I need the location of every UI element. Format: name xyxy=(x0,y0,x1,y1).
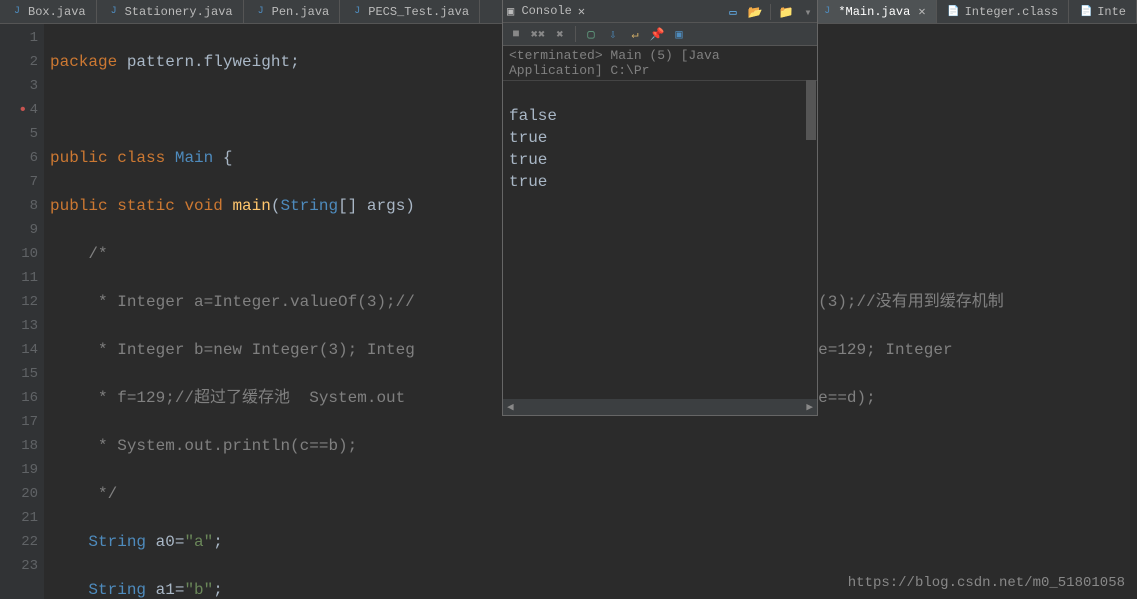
output-line: true xyxy=(509,173,547,191)
line-number: 3 xyxy=(2,74,38,98)
tab-label: Integer.class xyxy=(965,5,1059,19)
line-number: 9 xyxy=(2,218,38,242)
output-line: true xyxy=(509,129,547,147)
remove-all-icon[interactable]: ✖✖ xyxy=(529,25,547,43)
scrollbar-vertical[interactable] xyxy=(806,80,816,140)
line-number: 5 xyxy=(2,122,38,146)
pin-icon[interactable]: 📌 xyxy=(648,25,666,43)
scroll-right-icon[interactable]: ▶ xyxy=(806,400,813,414)
stop-icon[interactable]: ■ xyxy=(507,25,525,43)
open-icon[interactable]: 📂 xyxy=(746,3,764,21)
tab-inte[interactable]: 📄 Inte xyxy=(1069,0,1137,23)
tab-pecs[interactable]: J PECS_Test.java xyxy=(340,0,480,23)
tab-integer[interactable]: 📄 Integer.class xyxy=(937,0,1070,23)
terminal-icon[interactable]: ▣ xyxy=(670,25,688,43)
line-number: 10 xyxy=(2,242,38,266)
chevron-down-icon[interactable]: ▾ xyxy=(799,3,817,21)
tab-stationery[interactable]: J Stationery.java xyxy=(97,0,244,23)
close-icon[interactable]: ✕ xyxy=(578,4,585,19)
external-toolbar: ▭ 📂 📁 ▾ xyxy=(720,0,821,24)
line-number: 8 xyxy=(2,194,38,218)
class-file-icon: 📄 xyxy=(1079,5,1093,19)
clear-icon[interactable]: ▢ xyxy=(582,25,600,43)
java-file-icon: J xyxy=(10,5,24,19)
line-number: 4 xyxy=(2,98,38,122)
line-gutter: 1 2 3 4 5 6 7 8 9 10 11 12 13 14 15 16 1… xyxy=(0,24,44,599)
output-line: true xyxy=(509,151,547,169)
tab-label: Pen.java xyxy=(272,5,330,19)
console-toolbar: ■ ✖✖ ✖ ▢ ⇩ ↵ 📌 ▣ xyxy=(503,22,817,46)
output-line: false xyxy=(509,107,557,125)
scroll-left-icon[interactable]: ◀ xyxy=(507,400,514,414)
watermark: https://blog.csdn.net/m0_51801058 xyxy=(848,575,1125,591)
line-number: 13 xyxy=(2,314,38,338)
line-number: 12 xyxy=(2,290,38,314)
console-panel: ▣ Console ✕ ■ ✖✖ ✖ ▢ ⇩ ↵ 📌 ▣ <terminated… xyxy=(502,0,818,416)
tab-label: Inte xyxy=(1097,5,1126,19)
tab-label: Stationery.java xyxy=(125,5,233,19)
console-output[interactable]: false true true true xyxy=(503,81,817,399)
java-file-icon: J xyxy=(254,5,268,19)
tab-label: PECS_Test.java xyxy=(368,5,469,19)
close-icon[interactable]: ✕ xyxy=(918,4,925,19)
line-number: 16 xyxy=(2,386,38,410)
line-number: 6 xyxy=(2,146,38,170)
tab-box[interactable]: J Box.java xyxy=(0,0,97,23)
line-number: 14 xyxy=(2,338,38,362)
class-file-icon: 📄 xyxy=(947,5,961,19)
line-number: 2 xyxy=(2,50,38,74)
remove-icon[interactable]: ✖ xyxy=(551,25,569,43)
tab-label: Box.java xyxy=(28,5,86,19)
line-number: 11 xyxy=(2,266,38,290)
scroll-lock-icon[interactable]: ⇩ xyxy=(604,25,622,43)
console-status: <terminated> Main (5) [Java Application]… xyxy=(503,46,817,81)
line-number: 20 xyxy=(2,482,38,506)
java-file-icon: J xyxy=(350,5,364,19)
scrollbar-horizontal[interactable]: ◀ ▶ xyxy=(503,399,817,415)
tab-pen[interactable]: J Pen.java xyxy=(244,0,341,23)
line-number: 15 xyxy=(2,362,38,386)
line-number: 17 xyxy=(2,410,38,434)
folder-icon[interactable]: 📁 xyxy=(777,3,795,21)
line-number: 7 xyxy=(2,170,38,194)
line-number: 18 xyxy=(2,434,38,458)
display-icon[interactable]: ▭ xyxy=(724,3,742,21)
line-number: 19 xyxy=(2,458,38,482)
word-wrap-icon[interactable]: ↵ xyxy=(626,25,644,43)
line-number: 22 xyxy=(2,530,38,554)
line-number: 1 xyxy=(2,26,38,50)
console-title: Console xyxy=(521,4,571,18)
java-file-icon: J xyxy=(820,5,834,19)
console-icon: ▣ xyxy=(507,4,514,19)
line-number: 23 xyxy=(2,554,38,578)
java-file-icon: J xyxy=(107,5,121,19)
tab-main[interactable]: J *Main.java ✕ xyxy=(810,0,936,23)
line-number: 21 xyxy=(2,506,38,530)
tab-label: *Main.java xyxy=(838,5,910,19)
